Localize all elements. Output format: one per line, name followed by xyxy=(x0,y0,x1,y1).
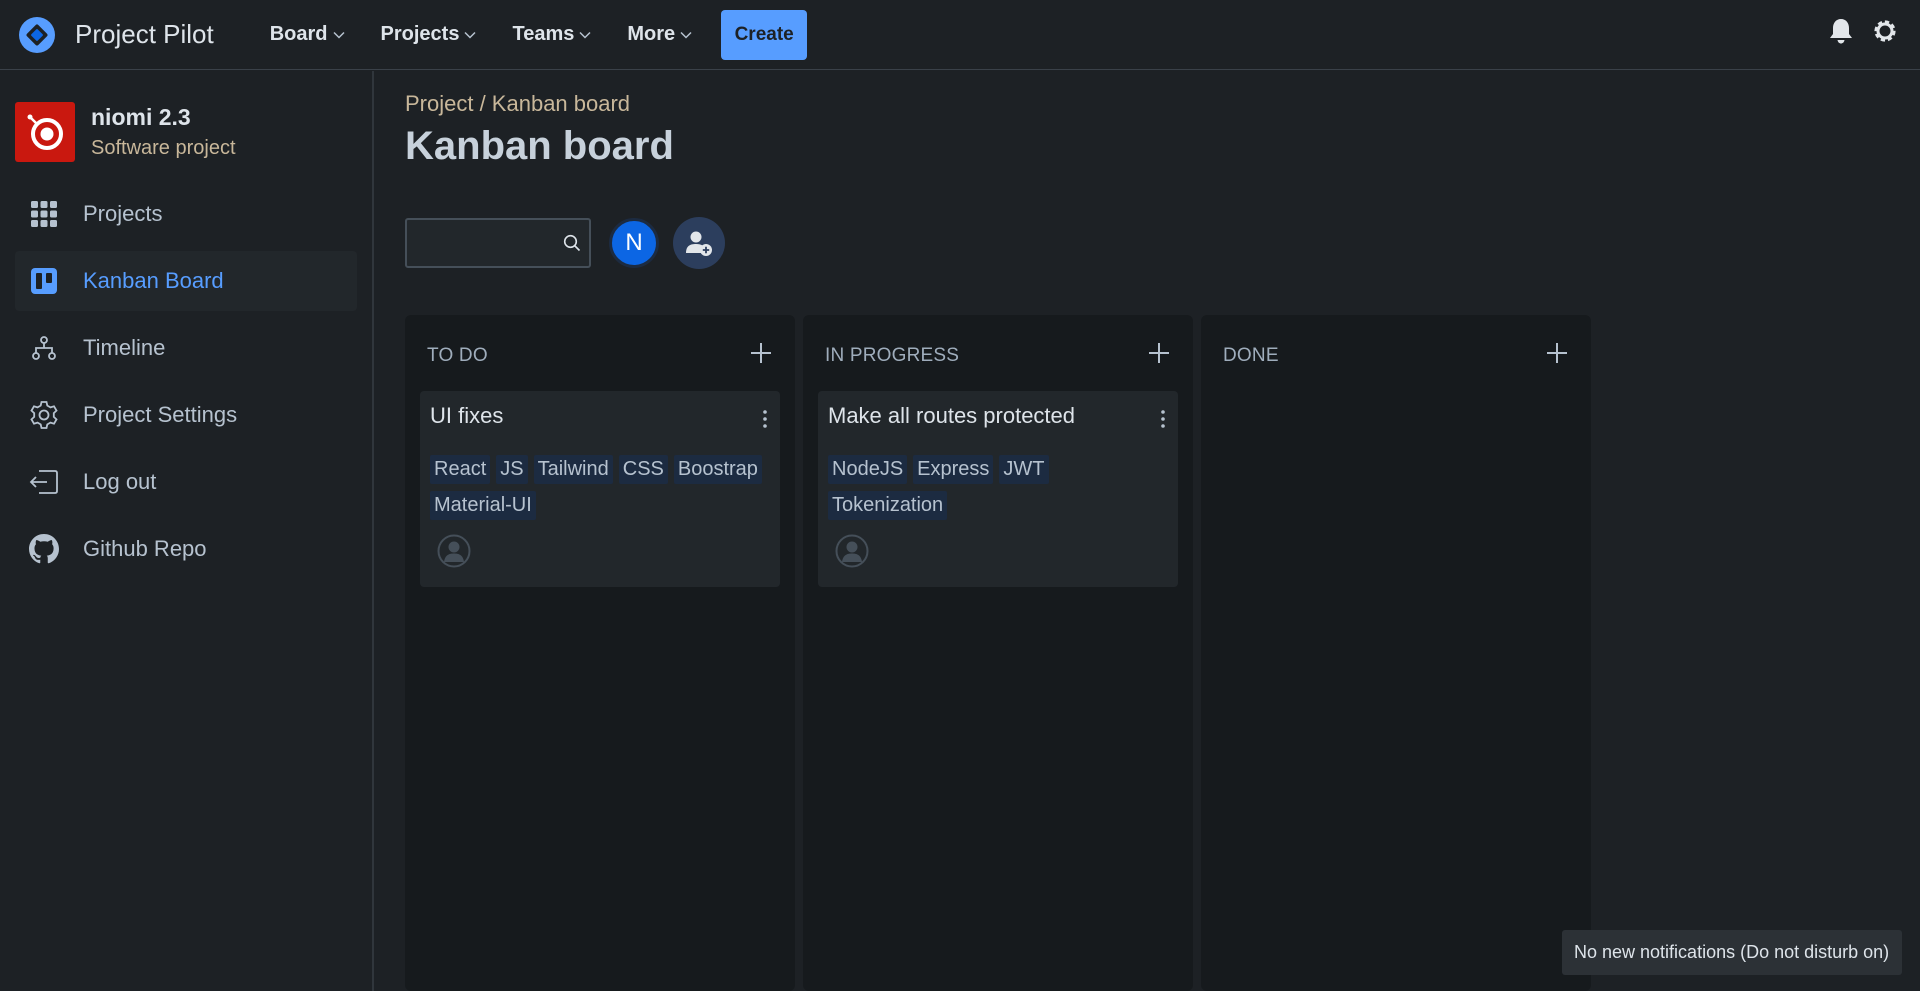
breadcrumb[interactable]: Project / Kanban board xyxy=(405,91,630,117)
menu-label: Projects xyxy=(380,23,460,45)
sidebar-item-github-repo[interactable]: Github Repo xyxy=(15,519,357,579)
sidebar-item-label: Project Settings xyxy=(83,402,238,427)
chevron-down-icon xyxy=(333,31,345,39)
logout-icon xyxy=(29,467,59,497)
menu-label: More xyxy=(627,23,676,45)
sidebar-item-label: Projects xyxy=(83,201,163,226)
search-icon xyxy=(563,234,581,252)
project-type: Software project xyxy=(91,137,236,159)
nav-actions xyxy=(1828,16,1900,46)
create-button[interactable]: Create xyxy=(721,9,808,60)
bell-icon[interactable] xyxy=(1828,17,1854,45)
brand[interactable]: Project Pilot xyxy=(18,16,214,54)
column-title: TO DO xyxy=(427,345,488,366)
sidebar-item-project-settings[interactable]: Project Settings xyxy=(15,385,357,445)
assignee-avatar-icon[interactable] xyxy=(835,534,869,568)
tag-list: NodeJS Express JWT Tokenization xyxy=(828,455,1168,520)
project-logo-icon xyxy=(27,114,63,150)
sidebar: niomi 2.3 Software project Projects Kanb… xyxy=(0,71,374,991)
sidebar-item-kanban-board[interactable]: Kanban Board xyxy=(15,251,357,311)
menu-projects[interactable]: Projects xyxy=(381,23,477,46)
add-card-icon[interactable] xyxy=(1545,341,1569,365)
task-card[interactable]: UI fixes React JS Tailwind CSS Boostrap … xyxy=(420,391,780,587)
board-icon xyxy=(29,266,59,296)
tag[interactable]: Express xyxy=(913,455,994,484)
sidebar-item-label: Kanban Board xyxy=(83,268,224,293)
sidebar-item-log-out[interactable]: Log out xyxy=(15,452,357,512)
board-toolbar: N xyxy=(405,217,725,269)
column-title: DONE xyxy=(1223,345,1279,366)
card-title: Make all routes protected xyxy=(828,403,1076,428)
task-card[interactable]: Make all routes protected NodeJS Express… xyxy=(818,391,1178,587)
project-info: niomi 2.3 Software project xyxy=(91,104,236,160)
add-member-button[interactable] xyxy=(673,217,725,269)
sidebar-item-label: Timeline xyxy=(83,335,166,360)
sidebar-item-label: Log out xyxy=(83,469,157,494)
diamond-logo-icon xyxy=(19,16,55,53)
project-header: niomi 2.3 Software project xyxy=(15,102,372,162)
grid-icon xyxy=(29,199,59,229)
page-title: Kanban board xyxy=(405,124,674,168)
sidebar-item-projects[interactable]: Projects xyxy=(15,184,357,244)
gear-icon xyxy=(29,400,59,430)
add-card-icon[interactable] xyxy=(1147,341,1171,365)
tag[interactable]: Tailwind xyxy=(533,455,613,484)
project-name: niomi 2.3 xyxy=(91,104,191,130)
sidebar-item-label: Github Repo xyxy=(83,536,207,561)
chevron-down-icon xyxy=(579,31,591,39)
column-todo: TO DO UI fixes React JS Tailwind CSS Boo… xyxy=(405,315,795,991)
tag[interactable]: JS xyxy=(496,455,528,484)
chevron-down-icon xyxy=(680,31,692,39)
chevron-down-icon xyxy=(464,31,476,39)
gear-icon[interactable] xyxy=(1870,16,1900,46)
menu-label: Board xyxy=(269,23,328,45)
more-vertical-icon[interactable] xyxy=(762,409,768,429)
app-name: Project Pilot xyxy=(75,19,214,49)
column-in-progress: IN PROGRESS Make all routes protected No… xyxy=(803,315,1193,991)
hierarchy-icon xyxy=(29,333,59,363)
github-icon xyxy=(29,534,59,564)
tag[interactable]: React xyxy=(430,455,491,484)
menu-board[interactable]: Board xyxy=(270,23,345,46)
menu-teams[interactable]: Teams xyxy=(512,23,591,46)
main-content: Project / Kanban board Kanban board N TO… xyxy=(376,71,1920,991)
notification-toast: No new notifications (Do not disturb on) xyxy=(1562,930,1902,975)
tag[interactable]: JWT xyxy=(999,455,1049,484)
tag[interactable]: Tokenization xyxy=(828,491,948,520)
menu-more[interactable]: More xyxy=(627,23,692,46)
tag-list: React JS Tailwind CSS Boostrap Material-… xyxy=(430,455,770,520)
assignee-avatar-icon[interactable] xyxy=(437,534,471,568)
search-input[interactable] xyxy=(407,220,589,266)
tag[interactable]: CSS xyxy=(618,455,668,484)
user-avatar[interactable]: N xyxy=(609,218,659,268)
card-title: UI fixes xyxy=(430,403,504,428)
add-card-icon[interactable] xyxy=(749,341,773,365)
tag[interactable]: Material-UI xyxy=(430,491,536,520)
project-avatar xyxy=(15,102,75,162)
sidebar-item-timeline[interactable]: Timeline xyxy=(15,318,357,378)
tag[interactable]: NodeJS xyxy=(828,455,908,484)
menu-label: Teams xyxy=(512,23,575,45)
add-user-icon xyxy=(686,231,712,256)
sidebar-menu: Projects Kanban Board Timeline Project S… xyxy=(0,184,372,579)
main-menu: Board Projects Teams More Create xyxy=(270,9,808,60)
column-title: IN PROGRESS xyxy=(825,345,960,366)
more-vertical-icon[interactable] xyxy=(1160,409,1166,429)
tag[interactable]: Boostrap xyxy=(673,455,762,484)
column-done: DONE xyxy=(1201,315,1591,991)
search-box xyxy=(405,218,591,268)
top-navigation: Project Pilot Board Projects Teams More … xyxy=(0,0,1920,70)
